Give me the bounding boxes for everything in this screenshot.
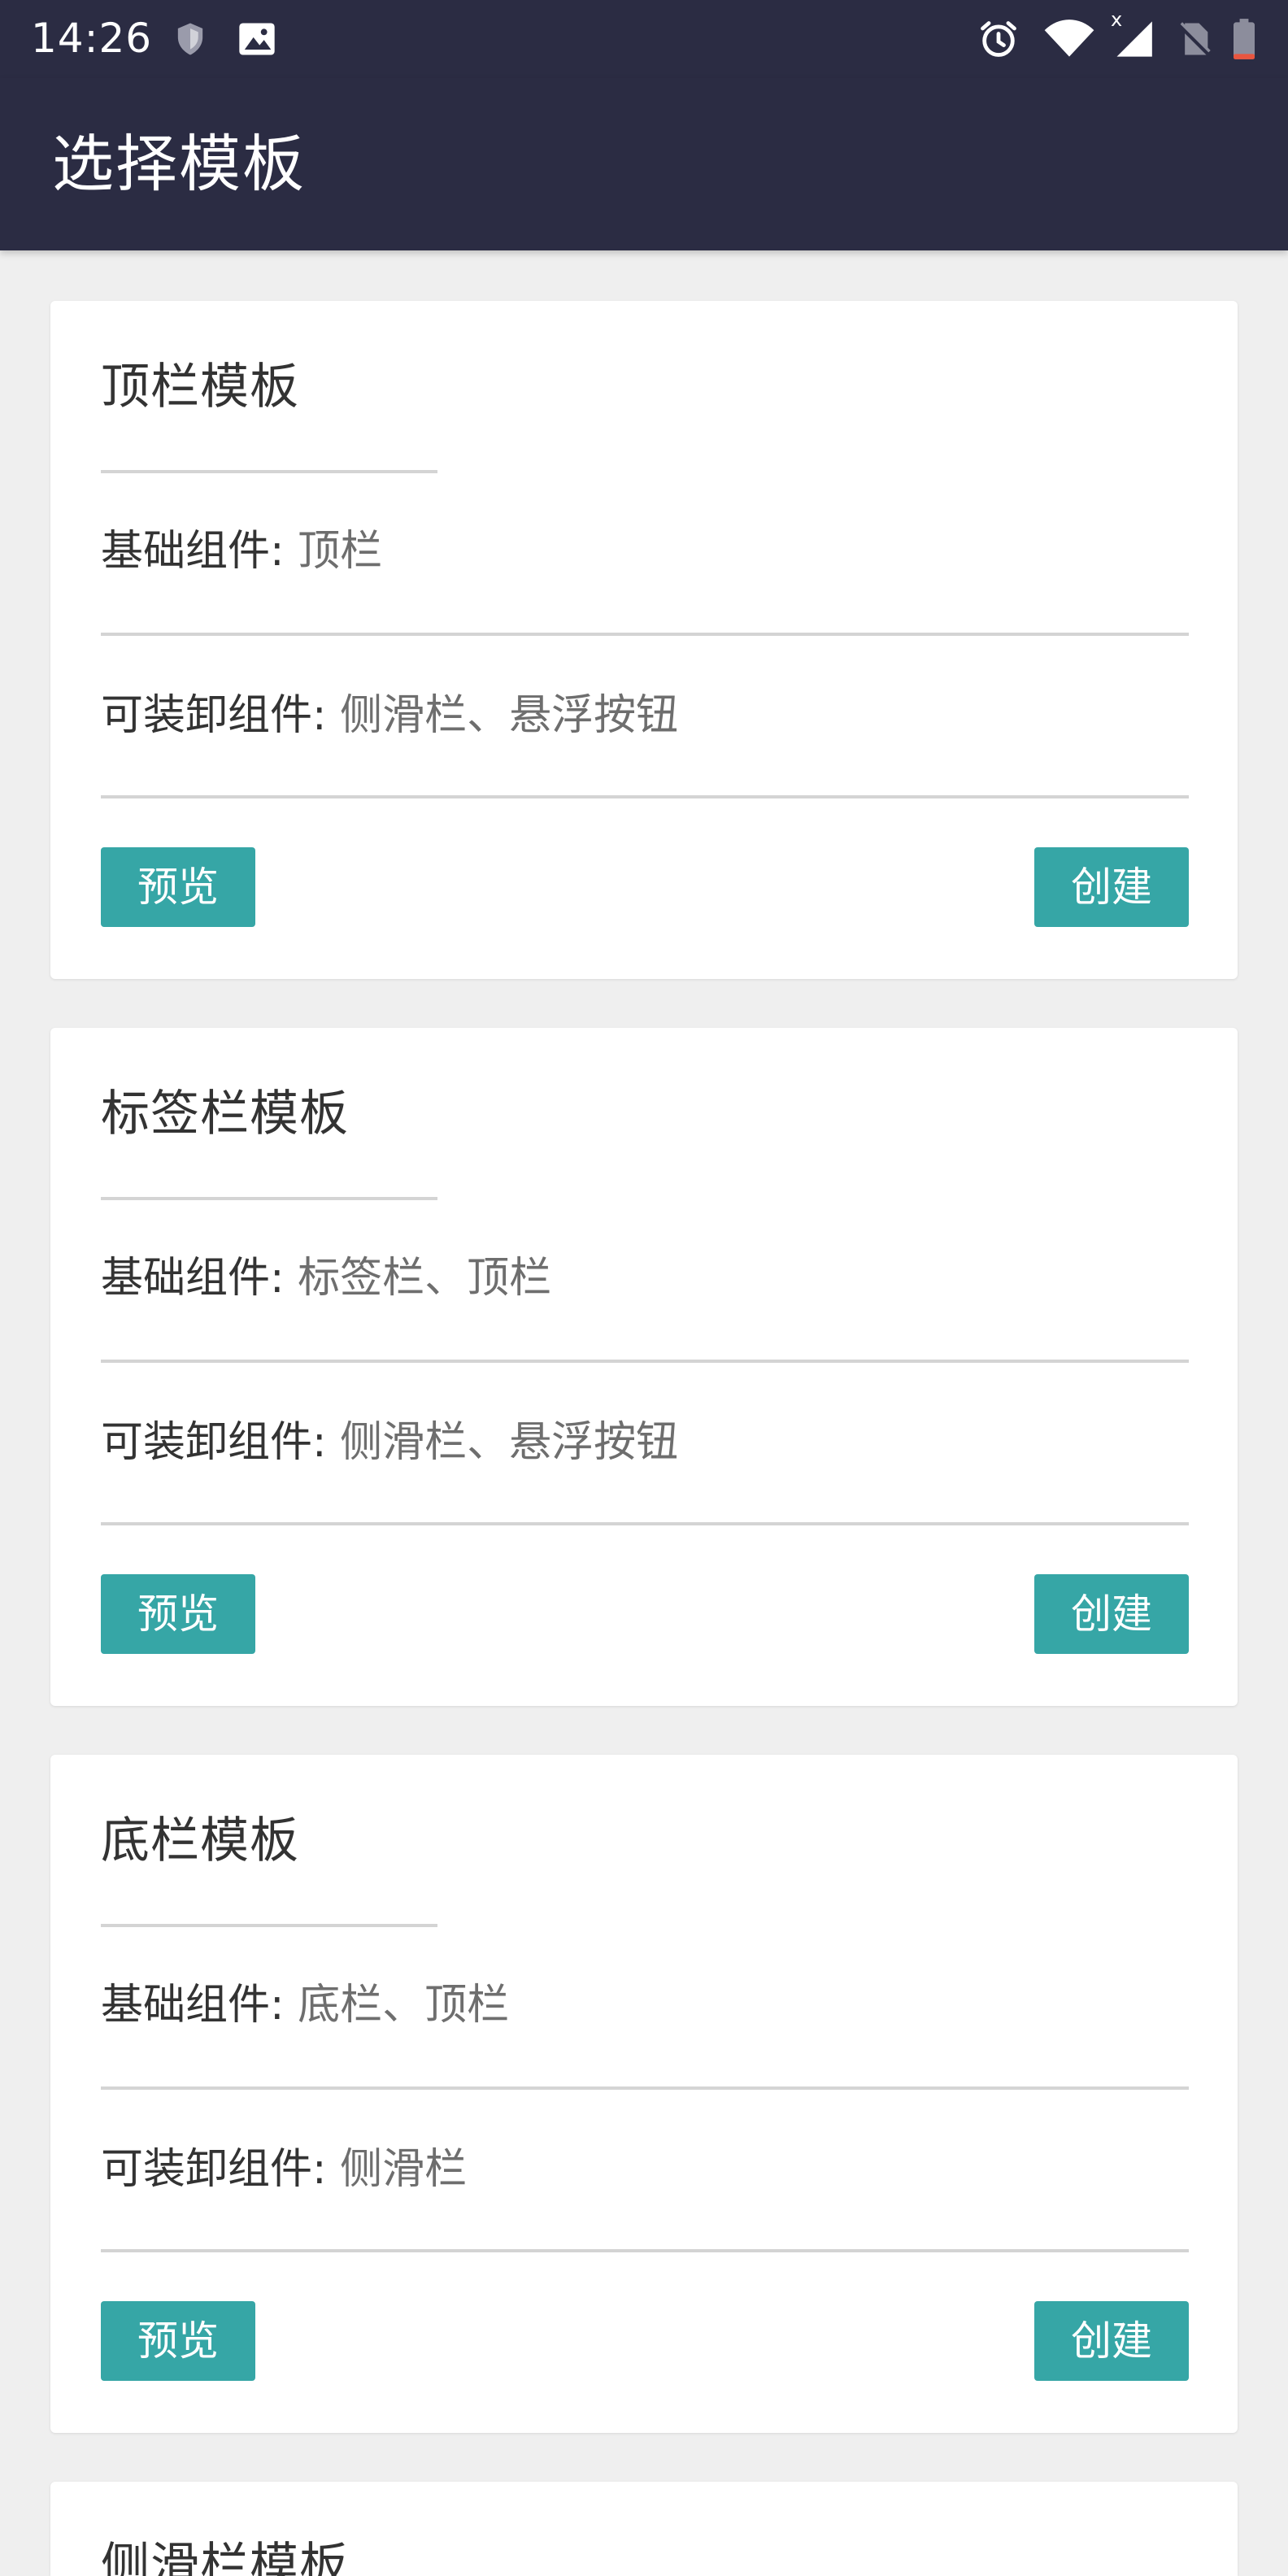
app-bar: 选择模板 <box>0 78 1288 250</box>
title-divider <box>101 470 437 473</box>
divider <box>101 1360 1189 1363</box>
status-time: 14:26 <box>31 15 153 62</box>
divider <box>101 1522 1189 1525</box>
wifi-icon <box>1044 20 1094 57</box>
base-components-value: 底栏、顶栏 <box>298 1981 510 2030</box>
card-title: 标签栏模板 <box>101 1086 349 1142</box>
battery-icon <box>1234 19 1255 59</box>
removable-components-value: 侧滑栏、悬浮按钮 <box>340 691 679 740</box>
divider <box>101 2249 1189 2252</box>
no-sim-icon <box>1177 22 1212 57</box>
card-title: 侧滑栏模板 <box>101 2538 349 2576</box>
title-divider <box>101 1197 437 1200</box>
status-bar: 14:26 x <box>0 0 1288 78</box>
template-card-side-bar: 侧滑栏模板 <box>50 2482 1238 2576</box>
create-button[interactable]: 创建 <box>1034 1574 1189 1654</box>
preview-button[interactable]: 预览 <box>101 2301 255 2381</box>
create-button[interactable]: 创建 <box>1034 847 1189 927</box>
divider <box>101 633 1189 636</box>
base-components-value: 标签栏、顶栏 <box>298 1254 552 1303</box>
signal-badge: x <box>1111 8 1123 31</box>
removable-components-label: 可装卸组件: <box>101 2145 327 2194</box>
image-icon <box>239 23 275 55</box>
shield-icon <box>177 23 203 55</box>
page-title: 选择模板 <box>52 128 306 200</box>
template-card-tab-bar: 标签栏模板 基础组件: 标签栏、顶栏 可装卸组件: 侧滑栏、悬浮按钮 预览 创建 <box>50 1028 1238 1706</box>
divider <box>101 795 1189 798</box>
removable-components-label: 可装卸组件: <box>101 1418 327 1467</box>
base-components-value: 顶栏 <box>298 527 383 576</box>
removable-components-label: 可装卸组件: <box>101 691 327 740</box>
card-title: 顶栏模板 <box>101 359 299 416</box>
template-card-bottom-bar: 底栏模板 基础组件: 底栏、顶栏 可装卸组件: 侧滑栏 预览 创建 <box>50 1755 1238 2433</box>
removable-components-row: 可装卸组件: 侧滑栏 <box>101 2137 467 2202</box>
base-components-row: 基础组件: 标签栏、顶栏 <box>101 1246 551 1311</box>
base-components-label: 基础组件: <box>101 1254 285 1303</box>
preview-button[interactable]: 预览 <box>101 847 255 927</box>
divider <box>101 2086 1189 2090</box>
card-title: 底栏模板 <box>101 1812 299 1869</box>
create-button[interactable]: 创建 <box>1034 2301 1189 2381</box>
base-components-label: 基础组件: <box>101 527 285 576</box>
removable-components-row: 可装卸组件: 侧滑栏、悬浮按钮 <box>101 683 678 748</box>
title-divider <box>101 1924 437 1927</box>
base-components-row: 基础组件: 顶栏 <box>101 519 382 584</box>
base-components-label: 基础组件: <box>101 1981 285 2030</box>
alarm-icon <box>981 21 1016 57</box>
removable-components-value: 侧滑栏、悬浮按钮 <box>340 1418 679 1467</box>
removable-components-value: 侧滑栏 <box>340 2145 468 2194</box>
template-card-top-bar: 顶栏模板 基础组件: 顶栏 可装卸组件: 侧滑栏、悬浮按钮 预览 创建 <box>50 301 1238 979</box>
removable-components-row: 可装卸组件: 侧滑栏、悬浮按钮 <box>101 1410 678 1475</box>
preview-button[interactable]: 预览 <box>101 1574 255 1654</box>
base-components-row: 基础组件: 底栏、顶栏 <box>101 1973 509 2038</box>
